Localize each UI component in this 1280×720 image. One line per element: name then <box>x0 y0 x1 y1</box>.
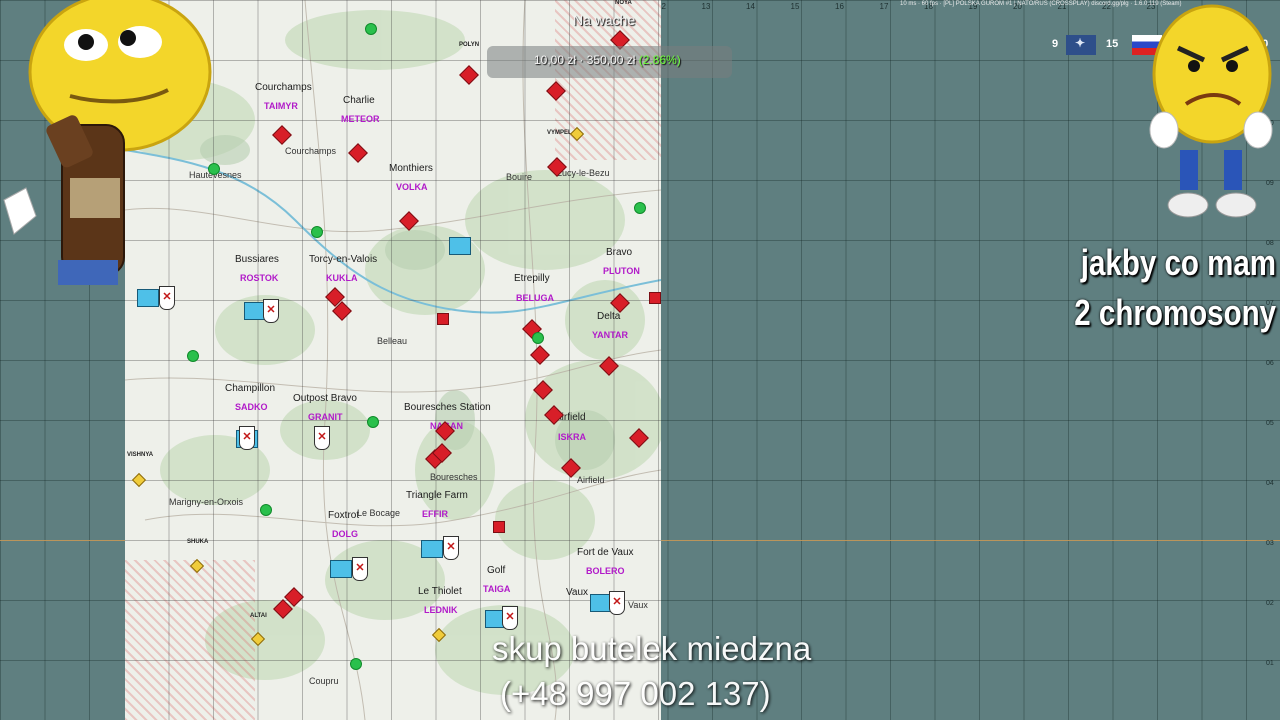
place-label: VYMPEL <box>547 130 572 136</box>
place-label: Triangle Farm <box>406 490 468 501</box>
objective-marker[interactable] <box>260 504 272 516</box>
squad-shield-marker[interactable]: ✕ <box>263 299 279 323</box>
place-label: Bouresches Station <box>404 402 491 413</box>
place-label: Etrepilly <box>514 273 550 284</box>
place-label: Fort de Vaux <box>577 547 634 558</box>
enemy-marker[interactable] <box>437 313 449 325</box>
emoji-angry-icon <box>1149 4 1273 218</box>
squad-callsign: ISKRA <box>558 432 587 442</box>
place-label: Bouresches <box>430 472 478 482</box>
squad-shield-marker[interactable]: ✕ <box>443 536 459 560</box>
place-label: Bussiares <box>235 254 279 265</box>
place-label: Courchamps <box>285 146 337 156</box>
squad-shield-marker[interactable]: ✕ <box>239 426 255 450</box>
donation-amount: 10,00 zł <box>534 53 577 67</box>
friendly-vehicle-marker[interactable] <box>137 289 159 307</box>
squad-shield-marker[interactable]: ✕ <box>609 591 625 615</box>
place-label: Vaux <box>628 600 648 610</box>
place-label: Airfield <box>577 475 605 485</box>
objective-marker[interactable] <box>187 350 199 362</box>
ruler-tick: 01 <box>1266 660 1274 667</box>
objective-marker[interactable] <box>367 416 379 428</box>
place-label: ALTAI <box>250 613 267 619</box>
place-label: Foxtrot <box>328 510 360 521</box>
place-label: SHUKA <box>187 539 209 545</box>
tickets-center: 15 <box>1106 38 1119 50</box>
squad-callsign: DOLG <box>332 529 358 539</box>
ruler-tick: 04 <box>1266 480 1274 487</box>
place-label: NOYA <box>615 0 632 6</box>
place-label: Golf <box>487 565 506 576</box>
ruler-tick: 15 <box>790 2 800 11</box>
squad-shield-marker[interactable]: ✕ <box>314 426 330 450</box>
squad-callsign: TAIGA <box>483 584 511 594</box>
ruler-tick: 02 <box>1266 600 1274 607</box>
objective-marker[interactable] <box>311 226 323 238</box>
caption-line-2: 2 chromosony <box>1074 292 1276 333</box>
squad-shield-marker[interactable]: ✕ <box>502 606 518 630</box>
squad-callsign: KUKLA <box>326 273 358 283</box>
donation-percent: (2.86%) <box>638 53 681 67</box>
place-label: Bravo <box>606 247 633 258</box>
place-label: POLYN <box>459 42 480 48</box>
squad-callsign: BELUGA <box>516 293 554 303</box>
ad-text: skup butelek miedzna <box>492 630 812 667</box>
ruler-tick: 05 <box>1266 420 1274 427</box>
ruler-tick: 06 <box>1266 360 1274 367</box>
friendly-vehicle-marker[interactable] <box>330 560 352 578</box>
place-label: Coupru <box>309 676 339 686</box>
friendly-vehicle-marker[interactable] <box>449 237 471 255</box>
objective-marker[interactable] <box>365 23 377 35</box>
objective-marker[interactable] <box>634 202 646 214</box>
ruler-tick: 03 <box>1266 540 1274 547</box>
caption-line-1: jakby co mam <box>1080 242 1276 283</box>
place-label: Bouire <box>506 172 533 182</box>
squad-callsign: VOLKA <box>396 182 428 192</box>
place-label: Charlie <box>343 95 375 106</box>
place-label: Le Thiolet <box>418 586 462 597</box>
place-label: Courchamps <box>255 82 312 93</box>
place-label: Vaux <box>566 587 589 598</box>
stream-caption: jakby co mam 2 chromosony <box>1074 238 1276 338</box>
ruler-tick: 17 <box>879 2 889 11</box>
objective-marker[interactable] <box>532 332 544 344</box>
place-label: Marigny-en-Orxois <box>169 497 244 507</box>
donation-goal: · <box>579 53 584 67</box>
place-label: Delta <box>597 311 621 322</box>
squad-callsign: TAIMYR <box>264 101 298 111</box>
squad-callsign: PLUTON <box>603 266 640 276</box>
place-label: Lucy-le-Bezu <box>557 168 610 178</box>
squad-callsign: EFFIR <box>422 509 448 519</box>
enemy-marker[interactable] <box>493 521 505 533</box>
place-label: Torcy-en-Valois <box>309 254 378 265</box>
donation-progress: 10,00 zł · 350,00 zł (2.86%) <box>534 53 681 67</box>
squad-callsign: ROSTOK <box>240 273 279 283</box>
place-label: Champillon <box>225 383 276 394</box>
ruler-tick: 13 <box>701 2 711 11</box>
squad-callsign: LEDNIK <box>424 605 458 615</box>
nato-count: 9 <box>1052 38 1059 50</box>
friendly-vehicle-marker[interactable] <box>421 540 443 558</box>
squad-callsign: GRANIT <box>308 412 343 422</box>
squad-callsign: BOLERO <box>586 566 625 576</box>
squad-shield-marker[interactable]: ✕ <box>352 557 368 581</box>
objective-marker[interactable] <box>350 658 362 670</box>
place-label: Belleau <box>377 336 408 346</box>
ad-phone: (+48 997 002 137) <box>500 675 771 712</box>
enemy-marker[interactable] <box>649 292 661 304</box>
squad-callsign: METEOR <box>341 114 380 124</box>
donation-total: 350,00 zł <box>586 53 636 67</box>
place-label: Le Bocage <box>357 508 401 518</box>
place-label: Monthiers <box>389 163 433 174</box>
squad-callsign: YANTAR <box>592 330 629 340</box>
place-label: VISHNYA <box>127 452 154 458</box>
donation-title: Na wache <box>573 12 636 28</box>
ruler-tick: 14 <box>746 2 755 11</box>
nato-flag-icon <box>1066 35 1096 55</box>
place-label: Outpost Bravo <box>293 393 357 404</box>
squad-callsign: SADKO <box>235 402 268 412</box>
ruler-tick: 16 <box>835 2 844 11</box>
emoji-bottle-icon <box>3 0 212 285</box>
